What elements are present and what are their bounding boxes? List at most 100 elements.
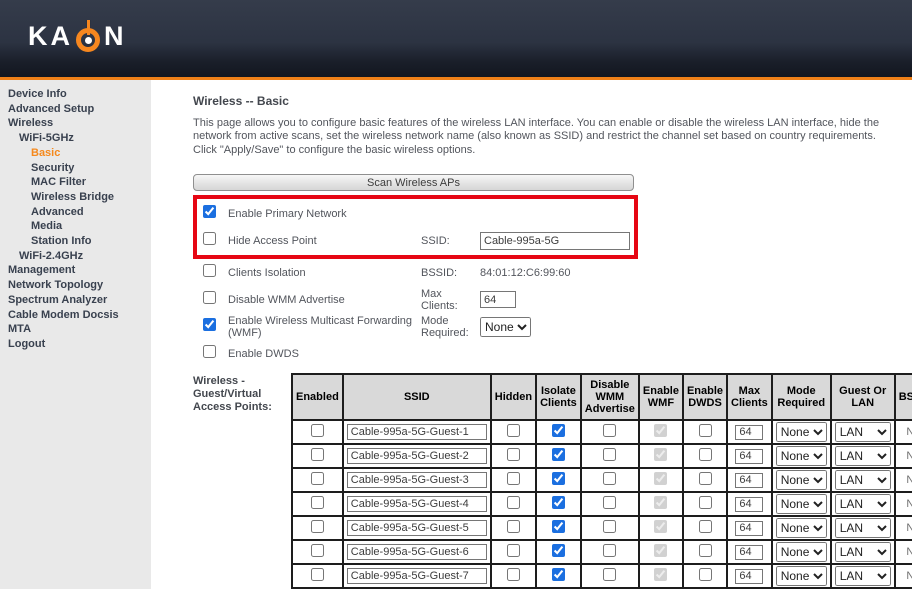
guest-1-mode-required-select[interactable]: None <box>776 422 827 442</box>
sidebar-item-cable-modem-docsis[interactable]: Cable Modem Docsis <box>0 308 151 323</box>
ssid-label: SSID: <box>421 235 480 247</box>
sidebar-item-wireless-bridge[interactable]: Wireless Bridge <box>0 190 151 205</box>
sidebar-item-security[interactable]: Security <box>0 161 151 176</box>
guest-1-guest-or-lan-select[interactable]: LAN <box>835 422 891 442</box>
guest-5-mode-required-select[interactable]: None <box>776 518 827 538</box>
guest-ap-row-6: NoneLANN/A <box>292 540 912 564</box>
max-clients-label: Max Clients: <box>421 288 480 312</box>
sidebar-item-logout[interactable]: Logout <box>0 337 151 352</box>
guest-5-max-clients-input[interactable] <box>735 521 763 536</box>
sidebar-item-wifi-5ghz[interactable]: WiFi-5GHz <box>0 131 151 146</box>
form-row-enable-wireless-multicast-forwarding-wmf: Enable Wireless Multicast Forwarding (WM… <box>203 313 912 340</box>
hide-access-point-checkbox[interactable] <box>203 232 216 245</box>
guest-3-enabled-checkbox[interactable] <box>311 472 324 485</box>
enable-primary-network-checkbox[interactable] <box>203 205 216 218</box>
guest-1-enable-dwds-checkbox[interactable] <box>699 424 712 437</box>
sidebar-item-station-info[interactable]: Station Info <box>0 234 151 249</box>
guest-6-disable-wmm-advertise-checkbox[interactable] <box>603 544 616 557</box>
guest-4-disable-wmm-advertise-checkbox[interactable] <box>603 496 616 509</box>
guest-2-hidden-checkbox[interactable] <box>507 448 520 461</box>
guest-2-guest-or-lan-select[interactable]: LAN <box>835 446 891 466</box>
mode-required-select[interactable]: None <box>480 317 531 337</box>
scan-wireless-aps-button[interactable]: Scan Wireless APs <box>193 174 634 191</box>
hide-access-point-label: Hide Access Point <box>228 235 421 247</box>
guest-3-max-clients-input[interactable] <box>735 473 763 488</box>
guest-4-enabled-checkbox[interactable] <box>311 496 324 509</box>
guest-6-enable-dwds-checkbox[interactable] <box>699 544 712 557</box>
guest-4-hidden-checkbox[interactable] <box>507 496 520 509</box>
guest-3-enable-dwds-checkbox[interactable] <box>699 472 712 485</box>
form-row-enable-primary-network: Enable Primary Network <box>203 200 634 227</box>
guest-4-max-clients-input[interactable] <box>735 497 763 512</box>
guest-7-enable-dwds-checkbox[interactable] <box>699 568 712 581</box>
guest-7-enabled-checkbox[interactable] <box>311 568 324 581</box>
guest-1-max-clients-input[interactable] <box>735 425 763 440</box>
guest-3-hidden-checkbox[interactable] <box>507 472 520 485</box>
guest-6-hidden-checkbox[interactable] <box>507 544 520 557</box>
sidebar-item-network-topology[interactable]: Network Topology <box>0 278 151 293</box>
guest-3-mode-required-select[interactable]: None <box>776 470 827 490</box>
guest-7-max-clients-input[interactable] <box>735 569 763 584</box>
guest-6-isolate-clients-checkbox[interactable] <box>552 544 565 557</box>
guest-4-mode-required-select[interactable]: None <box>776 494 827 514</box>
disable-wmm-advertise-checkbox[interactable] <box>203 291 216 304</box>
guest-5-ssid-input[interactable] <box>347 520 487 536</box>
guest-3-ssid-input[interactable] <box>347 472 487 488</box>
guest-7-hidden-checkbox[interactable] <box>507 568 520 581</box>
guest-5-guest-or-lan-select[interactable]: LAN <box>835 518 891 538</box>
guest-3-isolate-clients-checkbox[interactable] <box>552 472 565 485</box>
guest-5-hidden-checkbox[interactable] <box>507 520 520 533</box>
guest-6-enabled-checkbox[interactable] <box>311 544 324 557</box>
sidebar-item-mta[interactable]: MTA <box>0 322 151 337</box>
guest-2-disable-wmm-advertise-checkbox[interactable] <box>603 448 616 461</box>
sidebar-item-mac-filter[interactable]: MAC Filter <box>0 175 151 190</box>
guest-6-ssid-input[interactable] <box>347 544 487 560</box>
guest-2-enable-dwds-checkbox[interactable] <box>699 448 712 461</box>
guest-7-guest-or-lan-select[interactable]: LAN <box>835 566 891 586</box>
sidebar-item-spectrum-analyzer[interactable]: Spectrum Analyzer <box>0 293 151 308</box>
guest-1-isolate-clients-checkbox[interactable] <box>552 424 565 437</box>
guest-2-max-clients-input[interactable] <box>735 449 763 464</box>
sidebar-item-advanced[interactable]: Advanced <box>0 205 151 220</box>
guest-1-ssid-input[interactable] <box>347 424 487 440</box>
sidebar-item-wifi-2-4ghz[interactable]: WiFi-2.4GHz <box>0 249 151 264</box>
sidebar-item-media[interactable]: Media <box>0 219 151 234</box>
guest-5-disable-wmm-advertise-checkbox[interactable] <box>603 520 616 533</box>
sidebar-item-advanced-setup[interactable]: Advanced Setup <box>0 102 151 117</box>
guest-7-ssid-input[interactable] <box>347 568 487 584</box>
guest-4-guest-or-lan-select[interactable]: LAN <box>835 494 891 514</box>
guest-5-enable-dwds-checkbox[interactable] <box>699 520 712 533</box>
guest-2-mode-required-select[interactable]: None <box>776 446 827 466</box>
clients-isolation-checkbox[interactable] <box>203 264 216 277</box>
guest-2-isolate-clients-checkbox[interactable] <box>552 448 565 461</box>
guest-3-disable-wmm-advertise-checkbox[interactable] <box>603 472 616 485</box>
guest-2-ssid-input[interactable] <box>347 448 487 464</box>
guest-5-isolate-clients-checkbox[interactable] <box>552 520 565 533</box>
guest-1-disable-wmm-advertise-checkbox[interactable] <box>603 424 616 437</box>
guest-3-guest-or-lan-select[interactable]: LAN <box>835 470 891 490</box>
max-clients-input[interactable] <box>480 291 516 308</box>
guest-6-max-clients-input[interactable] <box>735 545 763 560</box>
guest-5-enabled-checkbox[interactable] <box>311 520 324 533</box>
description-line-2: Click "Apply/Save" to configure the basi… <box>193 144 909 157</box>
guest-4-enable-dwds-checkbox[interactable] <box>699 496 712 509</box>
guest-7-disable-wmm-advertise-checkbox[interactable] <box>603 568 616 581</box>
mode-required-label: Mode Required: <box>421 315 480 339</box>
guest-4-isolate-clients-checkbox[interactable] <box>552 496 565 509</box>
ssid-input[interactable] <box>480 232 630 250</box>
power-icon <box>75 20 102 52</box>
sidebar-item-management[interactable]: Management <box>0 263 151 278</box>
guest-1-hidden-checkbox[interactable] <box>507 424 520 437</box>
guest-6-mode-required-select[interactable]: None <box>776 542 827 562</box>
guest-7-isolate-clients-checkbox[interactable] <box>552 568 565 581</box>
guest-1-enabled-checkbox[interactable] <box>311 424 324 437</box>
sidebar-item-device-info[interactable]: Device Info <box>0 87 151 102</box>
guest-4-ssid-input[interactable] <box>347 496 487 512</box>
enable-wireless-multicast-forwarding-wmf-checkbox[interactable] <box>203 318 216 331</box>
sidebar-item-basic[interactable]: Basic <box>0 146 151 161</box>
sidebar-item-wireless[interactable]: Wireless <box>0 116 151 131</box>
guest-7-mode-required-select[interactable]: None <box>776 566 827 586</box>
enable-dwds-checkbox[interactable] <box>203 345 216 358</box>
guest-6-guest-or-lan-select[interactable]: LAN <box>835 542 891 562</box>
guest-2-enabled-checkbox[interactable] <box>311 448 324 461</box>
